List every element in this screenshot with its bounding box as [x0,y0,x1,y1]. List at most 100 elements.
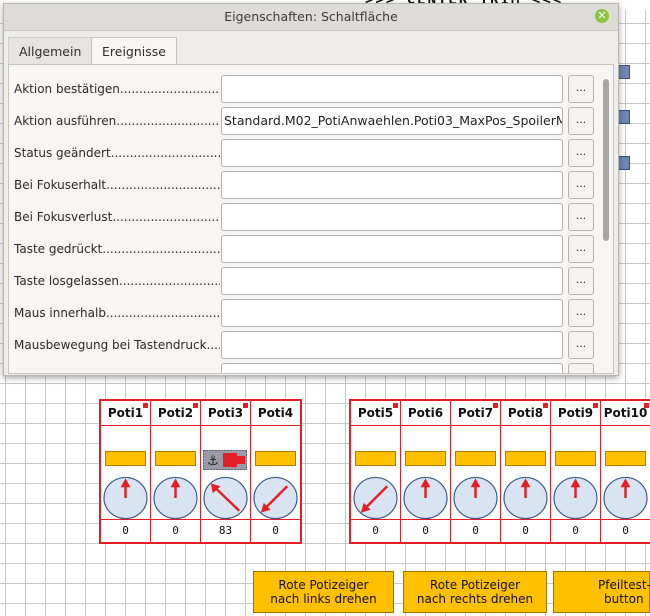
event-label: Maus innerhalb..........................… [14,306,220,320]
event-row: Taste gedrückt..........................… [9,234,599,264]
poti-cell: Poti2 0 [151,401,201,542]
poti-select-button[interactable] [105,451,146,466]
poti-cell: Poti6 0 [401,401,451,542]
poti-dial[interactable] [102,475,149,521]
event-browse-button[interactable]: ... [568,235,594,263]
rotate-right-button[interactable]: Rote Potizeiger nach rechts drehen [403,571,547,613]
event-label: Bei Fokusverlust........................… [14,210,220,224]
event-row: Taste losgelassen.......................… [9,266,599,296]
right-edge-block [618,110,630,124]
events-panel: Aktion bestätigen.......................… [8,64,614,374]
corner-marker [193,403,198,408]
event-field[interactable] [221,363,563,373]
event-field[interactable] [221,331,563,359]
dialog-titlebar[interactable]: Eigenschaften: Schaltfläche ✕ [4,4,618,31]
tab-ereignisse[interactable]: Ereignisse [91,37,177,66]
event-row: Aktion ausführen........................… [9,106,599,136]
poti-group-2: Poti5 0 Poti6 0 Poti7 0 Poti8 0 Poti9 0 … [349,399,650,544]
event-label: Bei Fokuserhalt.........................… [14,178,220,192]
panel-scrollbar[interactable] [603,79,609,241]
rotate-right-line2: nach rechts drehen [416,592,534,606]
event-row: Mausbewegung bei Tastendruck.......... .… [9,330,599,360]
event-field[interactable] [221,139,563,167]
poti-select-button[interactable] [555,451,596,466]
dialog-title: Eigenschaften: Schaltfläche [224,9,398,24]
poti-cell: Poti1 0 [101,401,151,542]
event-browse-button[interactable]: ... [568,75,594,103]
event-browse-button[interactable]: ... [568,299,594,327]
corner-marker [143,403,148,408]
event-browse-button[interactable]: ... [568,171,594,199]
poti-select-button[interactable] [505,451,546,466]
poti-select-button[interactable] [155,451,196,466]
right-edge-block [618,156,630,170]
poti-title: Poti10 [601,401,650,426]
poti-value: 0 [151,519,200,543]
event-field[interactable] [221,75,563,103]
event-browse-button[interactable]: ... [568,139,594,167]
event-field[interactable] [221,235,563,263]
event-browse-button[interactable] [568,363,594,373]
arrow-test-line1: Pfeiltest- [598,578,650,592]
event-browse-button[interactable]: ... [568,331,594,359]
rotate-left-line1: Rote Potizeiger [278,578,369,592]
corner-marker [243,403,248,408]
corner-marker [593,403,598,408]
poti-dial[interactable] [152,475,199,521]
event-field[interactable]: Standard.M02_PotiAnwaehlen.Poti03_MaxPos… [221,107,563,135]
event-label: Mausbewegung bei Tastendruck.......... [14,338,220,352]
poti-dial[interactable] [352,475,399,521]
poti-select-button[interactable] [605,451,646,466]
poti-dial[interactable] [252,475,299,521]
event-browse-button[interactable]: ... [568,107,594,135]
event-field[interactable] [221,267,563,295]
poti-dial[interactable] [202,475,249,521]
poti-value: 0 [501,519,550,543]
poti-cell: Poti10 0 [601,401,650,542]
poti-select-button[interactable] [455,451,496,466]
event-label: Status geändert.........................… [14,146,220,160]
event-field[interactable] [221,171,563,199]
dialog-tabs: Allgemein Ereignisse [4,31,618,66]
poti-cell: Poti5 0 [351,401,401,542]
event-row: Bei Fokusverlust........................… [9,202,599,232]
poti-value: 0 [251,519,300,543]
event-browse-button[interactable]: ... [568,267,594,295]
corner-marker [543,403,548,408]
poti-dial[interactable] [552,475,599,521]
poti-cell: Poti8 0 [501,401,551,542]
corner-marker [644,403,649,408]
poti-value: 83 [201,519,250,543]
poti-value: 0 [101,519,150,543]
arrow-test-button[interactable]: Pfeiltest- button [553,571,650,613]
poti-dial[interactable] [602,475,649,521]
event-field[interactable] [221,203,563,231]
poti-select-button[interactable] [255,451,296,466]
event-row: Aktion bestätigen.......................… [9,74,599,104]
rotate-left-button[interactable]: Rote Potizeiger nach links drehen [253,571,394,613]
rotate-right-line1: Rote Potizeiger [429,578,521,592]
event-label: Taste losgelassen.......................… [14,274,220,288]
close-icon[interactable]: ✕ [595,9,609,23]
event-label: Aktion ausführen........................… [14,114,220,128]
svg-text:⚓: ⚓ [207,454,219,469]
poti-title: Poti6 [401,401,450,426]
tab-allgemein[interactable]: Allgemein [8,37,93,65]
poti-cell: Poti9 0 [551,401,601,542]
event-field[interactable] [221,299,563,327]
right-edge-block [618,65,630,79]
event-row: Status geändert.........................… [9,138,599,168]
poti-dial[interactable] [402,475,449,521]
corner-marker [393,403,398,408]
poti-title: Poti4 [251,401,300,426]
anchor-icon[interactable]: ⚓ [203,450,247,470]
poti-cell: Poti3 ⚓ 83 [201,401,251,542]
poti-select-button[interactable] [405,451,446,466]
properties-dialog: Eigenschaften: Schaltfläche ✕ Allgemein … [3,3,619,376]
event-browse-button[interactable]: ... [568,203,594,231]
poti-dial[interactable] [502,475,549,521]
poti-cell: Poti4 0 [251,401,301,542]
poti-dial[interactable] [452,475,499,521]
poti-select-button[interactable] [355,451,396,466]
poti-value: 0 [401,519,450,543]
